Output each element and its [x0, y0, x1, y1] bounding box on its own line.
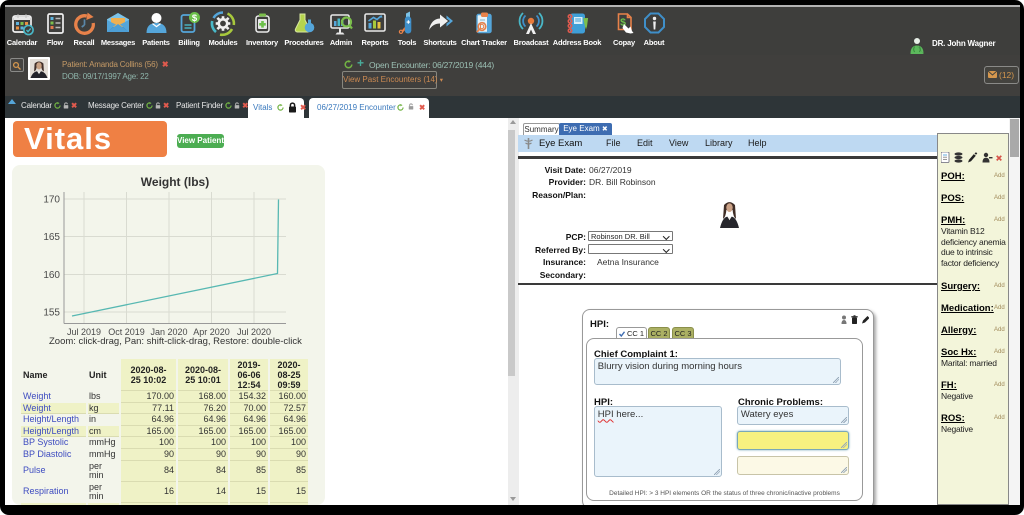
svg-text:D: D: [479, 24, 484, 31]
svg-text:165: 165: [43, 232, 60, 243]
svg-text:170: 170: [43, 195, 60, 206]
svg-text:155: 155: [43, 308, 60, 319]
svg-text:160: 160: [43, 270, 60, 281]
svg-text:Weight (lbs): Weight (lbs): [141, 175, 209, 189]
